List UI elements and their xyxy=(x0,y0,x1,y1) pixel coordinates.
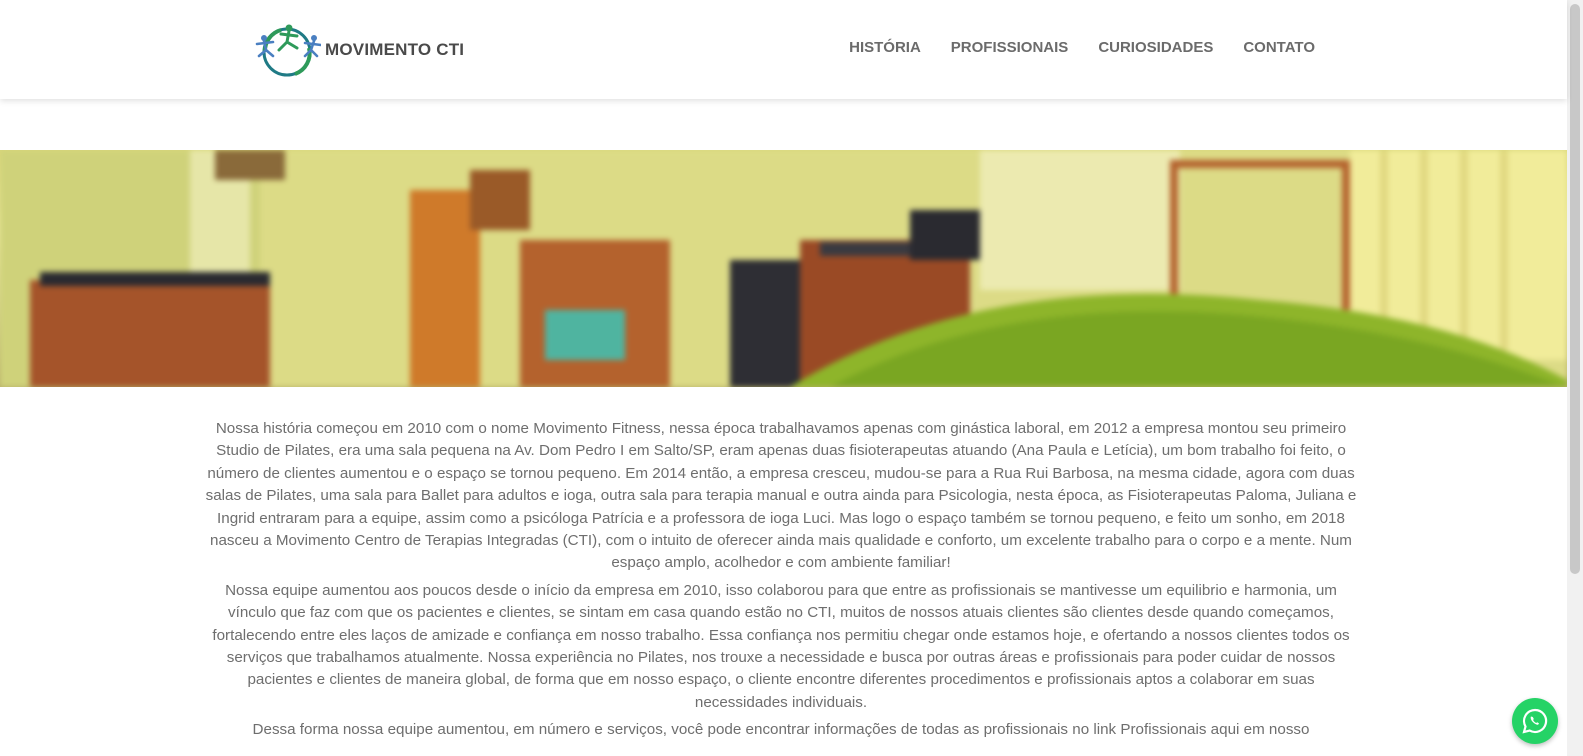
hero-image xyxy=(0,150,1567,387)
history-paragraph: Dessa forma nossa equipe aumentou, em nú… xyxy=(252,721,1310,739)
whatsapp-button[interactable] xyxy=(1512,698,1558,744)
main-nav: HISTÓRIA PROFISSIONAIS CURIOSIDADES CONT… xyxy=(849,39,1315,56)
history-paragraph: Nossa história começou em 2010 com o nom… xyxy=(205,420,1357,572)
nav-contato[interactable]: CONTATO xyxy=(1243,39,1315,56)
brand-name: MOVIMENTO CTI xyxy=(325,40,465,59)
history-content: Nossa história começou em 2010 com o nom… xyxy=(200,418,1362,747)
nav-profissionais[interactable]: PROFISSIONAIS xyxy=(951,39,1069,56)
page-scrollbar[interactable] xyxy=(1567,0,1583,756)
logo[interactable]: MOVIMENTO CTI xyxy=(251,22,464,78)
scrollbar-thumb[interactable] xyxy=(1570,4,1580,574)
nav-curiosidades[interactable]: CURIOSIDADES xyxy=(1098,39,1213,56)
site-header: MOVIMENTO CTI HISTÓRIA PROFISSIONAIS CUR… xyxy=(0,0,1567,99)
pilates-studio-image xyxy=(0,150,1567,387)
history-paragraph: Nossa equipe aumentou aos poucos desde o… xyxy=(212,581,1350,711)
leaping-figures-logo-icon xyxy=(255,24,321,77)
whatsapp-icon xyxy=(1522,708,1548,734)
nav-historia[interactable]: HISTÓRIA xyxy=(849,39,921,56)
